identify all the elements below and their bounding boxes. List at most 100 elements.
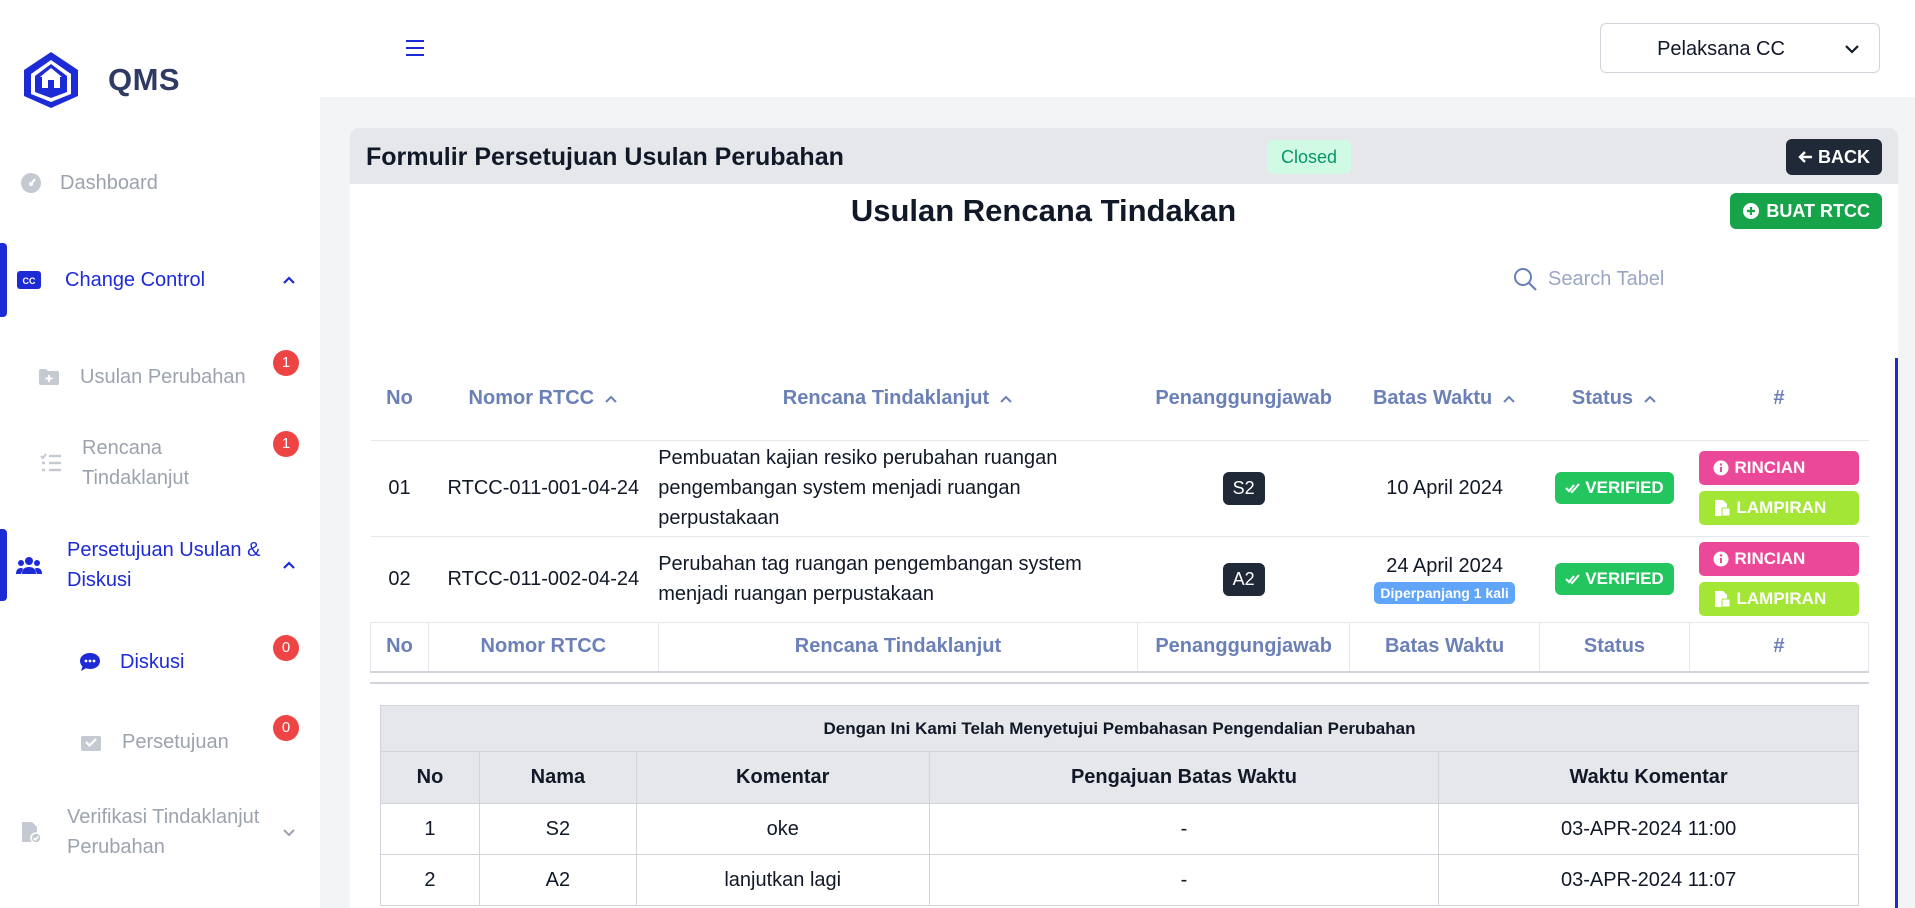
footer-no: No bbox=[370, 621, 429, 673]
check-double-icon bbox=[1565, 574, 1581, 585]
sidebar-item-persetujuan-usulan[interactable]: Persetujuan Usulan & Diskusi bbox=[0, 535, 320, 595]
column-header-pj[interactable]: Penanggungjawab bbox=[1138, 358, 1350, 440]
chevron-up-icon bbox=[283, 561, 295, 569]
create-rtcc-label: BUAT RTCC bbox=[1766, 200, 1870, 221]
lampiran-button[interactable]: LAMPIRAN bbox=[1698, 491, 1859, 525]
chat-icon bbox=[77, 649, 103, 675]
plus-circle-icon bbox=[1743, 203, 1760, 219]
extension-badge: Diperpanjang 1 kali bbox=[1374, 581, 1515, 604]
dashboard-icon bbox=[18, 170, 44, 196]
cell-nama: S2 bbox=[478, 803, 637, 855]
column-header-actions: # bbox=[1773, 387, 1785, 410]
chevron-down-icon bbox=[1845, 45, 1859, 54]
sidebar-item-change-control[interactable]: CC Change Control bbox=[0, 265, 320, 295]
table-header-row: No Nomor RTCC Rencana Tindaklanjut Penan… bbox=[371, 358, 1869, 440]
approval-caption: Dengan Ini Kami Telah Menyetujui Pembaha… bbox=[380, 705, 1859, 752]
topbar: Pelaksana CC bbox=[320, 0, 1915, 97]
sort-icon bbox=[605, 395, 617, 403]
cell-batas: 10 April 2024 bbox=[1349, 439, 1540, 536]
table-search[interactable] bbox=[1512, 266, 1738, 292]
card-header: Formulir Persetujuan Usulan Perubahan Cl… bbox=[350, 128, 1898, 184]
page-title: Formulir Persetujuan Usulan Perubahan bbox=[366, 143, 844, 171]
folder-plus-icon bbox=[36, 364, 62, 390]
create-rtcc-button[interactable]: BUAT RTCC bbox=[1730, 193, 1882, 229]
column-header-nomor[interactable]: Nomor RTCC bbox=[428, 358, 658, 440]
approval-header-row: No Nama Komentar Pengajuan Batas Waktu W… bbox=[380, 751, 1859, 804]
cell-no: 02 bbox=[370, 535, 429, 622]
footer-status: Status bbox=[1539, 621, 1690, 673]
cell-no: 01 bbox=[370, 439, 429, 536]
cell-batas: 24 April 2024 Diperpanjang 1 kali bbox=[1349, 535, 1540, 622]
cell-actions: RINCIAN LAMPIRAN bbox=[1689, 535, 1869, 622]
sidebar-item-label: Change Control bbox=[65, 269, 206, 291]
column-header-batas[interactable]: Batas Waktu bbox=[1350, 358, 1540, 440]
sidebar-item-diskusi[interactable]: Diskusi 0 bbox=[0, 635, 320, 677]
count-badge: 0 bbox=[273, 635, 299, 661]
list-check-icon bbox=[38, 450, 64, 476]
cell-no: 2 bbox=[380, 854, 480, 906]
sidebar-item-label: Rencana bbox=[82, 437, 163, 459]
footer-rencana: Rencana Tindaklanjut bbox=[657, 621, 1139, 673]
hamburger-icon[interactable] bbox=[404, 38, 426, 58]
cell-rencana: Perubahan tag ruangan pengembangan syste… bbox=[658, 535, 1138, 622]
column-header-status[interactable]: Status bbox=[1540, 358, 1690, 440]
approval-header-pengajuan: Pengajuan Batas Waktu bbox=[928, 751, 1440, 804]
search-icon bbox=[1514, 268, 1537, 291]
role-select-value: Pelaksana CC bbox=[1657, 38, 1785, 60]
cell-no: 1 bbox=[380, 803, 480, 855]
approval-header-no: No bbox=[380, 751, 480, 804]
cell-pengajuan: - bbox=[928, 854, 1440, 906]
footer-nomor: Nomor RTCC bbox=[427, 621, 659, 673]
brand[interactable]: QMS bbox=[20, 50, 180, 110]
approval-header-komentar: Komentar bbox=[635, 751, 930, 804]
sidebar-item-dashboard[interactable]: Dashboard bbox=[0, 168, 320, 198]
count-badge: 1 bbox=[273, 350, 299, 376]
footer-batas: Batas Waktu bbox=[1349, 621, 1541, 673]
cell-pj: S2 bbox=[1137, 439, 1350, 536]
sort-icon bbox=[1644, 395, 1656, 403]
cell-nama: A2 bbox=[478, 854, 637, 906]
scrollbar[interactable] bbox=[1895, 358, 1898, 908]
search-input[interactable] bbox=[1548, 267, 1738, 291]
sort-icon bbox=[1503, 395, 1515, 403]
divider bbox=[370, 682, 1869, 684]
cell-status: VERIFIED bbox=[1539, 439, 1690, 536]
sidebar-item-label: Usulan Perubahan bbox=[80, 366, 246, 388]
sidebar-item-label: Diskusi bbox=[120, 651, 185, 673]
verified-badge: VERIFIED bbox=[1555, 563, 1674, 595]
cell-waktu: 03-APR-2024 11:00 bbox=[1438, 803, 1859, 855]
chevron-up-icon bbox=[283, 276, 295, 284]
sidebar-item-label: Dashboard bbox=[60, 172, 158, 194]
cell-pj: A2 bbox=[1137, 535, 1350, 622]
chevron-down-icon bbox=[283, 829, 295, 837]
info-circle-icon bbox=[1713, 460, 1728, 476]
approval-table: Dengan Ini Kami Telah Menyetujui Pembaha… bbox=[380, 705, 1859, 906]
table-row: 02 RTCC-011-002-04-24 Perubahan tag ruan… bbox=[370, 535, 1869, 622]
inbox-check-icon bbox=[78, 729, 104, 755]
column-header-rencana[interactable]: Rencana Tindaklanjut bbox=[658, 358, 1138, 440]
lampiran-button[interactable]: LAMPIRAN bbox=[1698, 582, 1859, 616]
role-select[interactable]: Pelaksana CC bbox=[1600, 23, 1880, 73]
sidebar-item-rencana-tindaklanjut[interactable]: Rencana Tindaklanjut 1 bbox=[0, 431, 320, 493]
file-icon bbox=[1714, 500, 1730, 517]
cell-komentar: lanjutkan lagi bbox=[635, 854, 930, 906]
sidebar-item-usulan-perubahan[interactable]: Usulan Perubahan 1 bbox=[0, 350, 320, 392]
section-title: Usulan Rencana Tindakan bbox=[850, 193, 1237, 228]
sidebar-item-label: Persetujuan Usulan & bbox=[67, 539, 261, 561]
column-header-no[interactable]: No bbox=[371, 358, 429, 440]
users-icon bbox=[16, 552, 42, 578]
rincian-button[interactable]: RINCIAN bbox=[1698, 451, 1859, 485]
count-badge: 1 bbox=[273, 431, 299, 457]
sidebar-item-label: Diskusi bbox=[67, 569, 132, 591]
sidebar-item-label: Perubahan bbox=[67, 836, 165, 858]
app-name: QMS bbox=[108, 62, 181, 97]
table-row: 2 A2 lanjutkan lagi - 03-APR-2024 11:07 bbox=[380, 854, 1859, 906]
approval-header-waktu: Waktu Komentar bbox=[1438, 751, 1859, 804]
count-badge: 0 bbox=[273, 715, 299, 741]
back-button[interactable]: BACK bbox=[1786, 139, 1882, 175]
rincian-button[interactable]: RINCIAN bbox=[1698, 542, 1859, 576]
sidebar-item-label: Verifikasi Tindaklanjut bbox=[67, 806, 260, 828]
sidebar-item-verifikasi[interactable]: Verifikasi Tindaklanjut Perubahan bbox=[0, 802, 320, 862]
sidebar-item-persetujuan[interactable]: Persetujuan 0 bbox=[0, 715, 320, 757]
footer-pj: Penanggungjawab bbox=[1137, 621, 1351, 673]
